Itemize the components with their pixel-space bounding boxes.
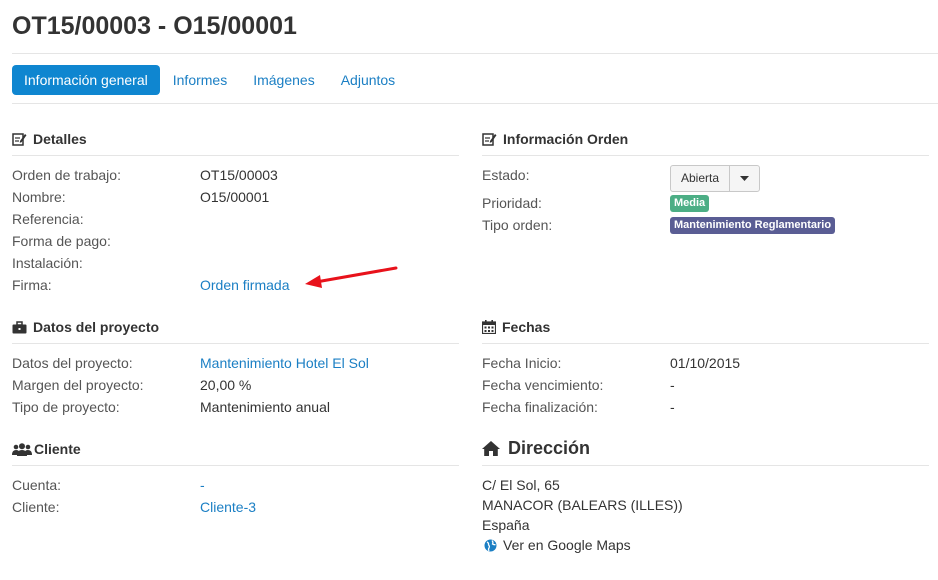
proyecto-title-text: Datos del proyecto: [33, 319, 160, 335]
divider: [482, 155, 929, 156]
prioridad-badge: Media: [670, 195, 710, 212]
estado-caret-button[interactable]: [729, 166, 759, 191]
tipo-orden-badge: Mantenimiento Reglamentario: [670, 217, 836, 234]
estado-button[interactable]: Abierta: [671, 166, 729, 191]
value-orden-trabajo: OT15/00003: [200, 167, 278, 183]
value-tipo-proyecto: Mantenimiento anual: [200, 399, 330, 415]
label-referencia: Referencia:: [12, 211, 84, 227]
divider: [12, 343, 459, 344]
label-fecha-finalizacion: Fecha finalización:: [482, 399, 598, 415]
proyecto-title: Datos del proyecto: [12, 318, 159, 336]
value-fecha-finalizacion: -: [670, 399, 675, 415]
annotation-arrow-icon: [305, 266, 398, 288]
fechas-title-text: Fechas: [502, 319, 551, 335]
label-estado: Estado:: [482, 167, 530, 183]
label-cuenta: Cuenta:: [12, 477, 62, 493]
cliente-title-text: Cliente: [34, 441, 81, 457]
label-margen: Margen del proyecto:: [12, 377, 144, 393]
divider: [12, 53, 938, 54]
direccion-title: Dirección: [482, 439, 590, 457]
globe-icon: [484, 539, 497, 551]
value-nombre: O15/00001: [200, 189, 270, 205]
label-prioridad: Prioridad:: [482, 195, 542, 211]
value-fecha-vencimiento: -: [670, 377, 675, 393]
cuenta-link[interactable]: -: [200, 476, 205, 494]
divider: [12, 103, 938, 104]
orden-firmada-link[interactable]: Orden firmada: [200, 276, 289, 294]
detalles-title: Detalles: [12, 130, 87, 148]
label-orden-trabajo: Orden de trabajo:: [12, 167, 121, 183]
cliente-title: Cliente: [12, 440, 81, 458]
direccion-title-text: Dirección: [508, 438, 591, 458]
divider: [482, 343, 929, 344]
edit-icon: [12, 133, 27, 146]
value-margen: 20,00 %: [200, 377, 252, 393]
detalles-title-text: Detalles: [33, 131, 87, 147]
direccion-linea-2: MANACOR (BALEARS (ILLES)): [482, 497, 683, 513]
tab-bar: Información general Informes Imágenes Ad…: [12, 65, 408, 95]
users-icon: [12, 442, 32, 456]
caret-down-icon: [740, 176, 750, 181]
tab-informes[interactable]: Informes: [160, 65, 240, 95]
label-fecha-inicio: Fecha Inicio:: [482, 355, 562, 371]
direccion-linea-3: España: [482, 517, 530, 533]
label-nombre: Nombre:: [12, 189, 66, 205]
cliente-link[interactable]: Cliente-3: [200, 498, 256, 516]
fechas-title: Fechas: [482, 318, 550, 336]
google-maps-link[interactable]: Ver en Google Maps: [484, 536, 631, 554]
tab-adjuntos[interactable]: Adjuntos: [328, 65, 408, 95]
label-datos-proyecto: Datos del proyecto:: [12, 355, 133, 371]
edit-icon: [482, 133, 497, 146]
briefcase-icon: [12, 320, 27, 333]
divider: [12, 465, 459, 466]
divider: [12, 155, 459, 156]
info-orden-title-text: Información Orden: [503, 131, 629, 147]
label-forma-pago: Forma de pago:: [12, 233, 111, 249]
value-fecha-inicio: 01/10/2015: [670, 355, 741, 371]
divider: [482, 465, 929, 466]
info-orden-title: Información Orden: [482, 130, 628, 148]
label-cliente: Cliente:: [12, 499, 60, 515]
home-icon: [482, 440, 500, 456]
label-tipo-orden: Tipo orden:: [482, 217, 553, 233]
calendar-icon: [482, 320, 496, 334]
estado-dropdown[interactable]: Abierta: [670, 165, 761, 192]
google-maps-link-text[interactable]: Ver en Google Maps: [503, 536, 631, 554]
proyecto-link[interactable]: Mantenimiento Hotel El Sol: [200, 354, 369, 372]
label-instalacion: Instalación:: [12, 255, 83, 271]
direccion-linea-1: C/ El Sol, 65: [482, 477, 560, 493]
tab-imagenes[interactable]: Imágenes: [240, 65, 327, 95]
label-tipo-proyecto: Tipo de proyecto:: [12, 399, 120, 415]
page-title: OT15/00003 - O15/00001: [12, 12, 297, 40]
tab-informacion-general[interactable]: Información general: [12, 65, 160, 95]
label-firma: Firma:: [12, 277, 52, 293]
label-fecha-vencimiento: Fecha vencimiento:: [482, 377, 604, 393]
